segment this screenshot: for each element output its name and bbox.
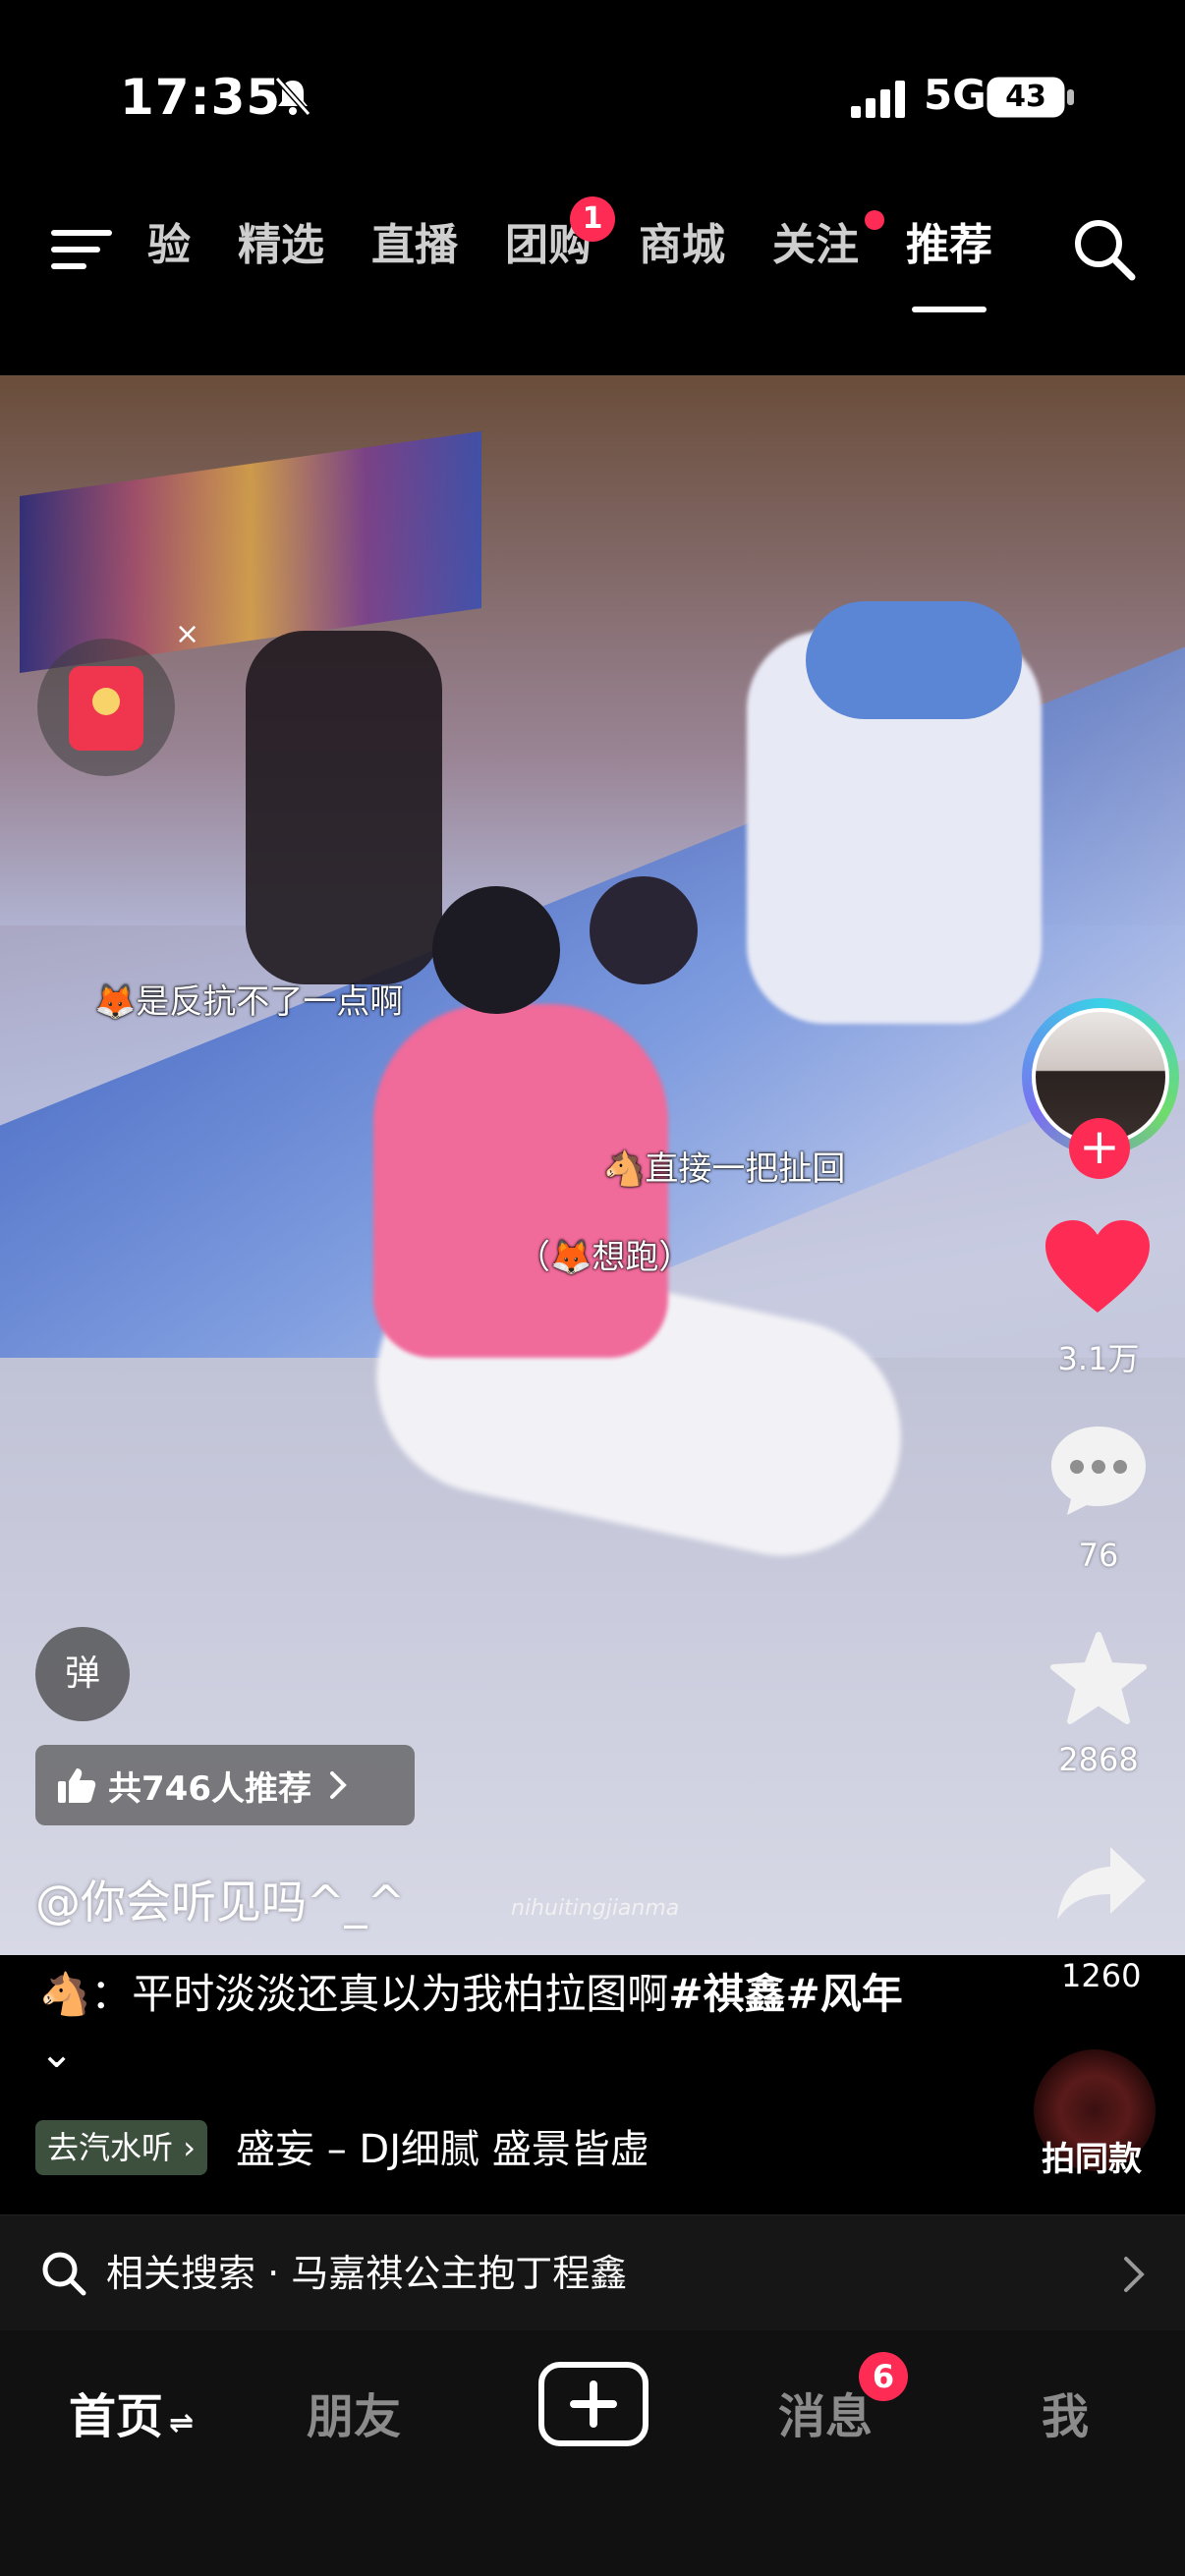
description-text: ：平时淡淡还真以为我柏拉图啊 [90, 1970, 669, 2018]
author-handle[interactable]: @你会听见吗^_^ [35, 1867, 405, 1932]
video-player[interactable]: 🦊是反抗不了一点啊 🐴直接一把扯回 （🦊想跑） nihuitingjianma [0, 375, 1185, 1955]
network-type: 5G [924, 71, 987, 119]
shoot-same-button[interactable]: 拍同款 [1042, 2132, 1142, 2180]
tab-following-label: 关注 [772, 220, 859, 270]
favorite-count: 2868 [1058, 1741, 1139, 1778]
messages-badge: 6 [859, 2352, 908, 2401]
top-tabs: 验 精选 直播 团购 1 商城 关注 推荐 [147, 196, 1040, 312]
share-arrow-icon[interactable] [1053, 1843, 1148, 1922]
mute-bell-icon [274, 77, 311, 116]
refresh-swap-icon: ⇌ [169, 2406, 195, 2440]
plus-icon-vertical [590, 2380, 597, 2428]
like-heart-icon[interactable] [1044, 1218, 1152, 1316]
tab-home[interactable]: 首页 ⇌ [69, 2378, 194, 2446]
video-figure-head-2 [590, 876, 698, 984]
danmu-comment: （🦊想跑） [517, 1238, 693, 1277]
status-time: 17:35 [120, 69, 282, 126]
video-figure-blue [806, 601, 1022, 719]
video-figure-head [432, 886, 560, 1014]
recommend-count-label: 共746人推荐 [108, 1768, 311, 1809]
red-envelope-icon [69, 666, 143, 751]
red-envelope-coin [92, 688, 120, 715]
create-post-button[interactable] [538, 2362, 649, 2446]
tab-following[interactable]: 关注 [772, 210, 884, 285]
tab-me[interactable]: 我 [1042, 2378, 1089, 2446]
video-watermark: nihuitingjianma [511, 1896, 680, 1921]
bottom-tab-bar: 首页 ⇌ 朋友 消息 6 我 [0, 2330, 1185, 2576]
related-search-bar[interactable]: 相关搜索 · 马嘉祺公主抱丁程鑫 [0, 2214, 1185, 2331]
video-figure-dark [246, 631, 442, 984]
recommend-pill[interactable]: 共746人推荐 [35, 1745, 415, 1825]
danmu-comment: 🐴直接一把扯回 [603, 1149, 846, 1189]
red-packet-close-icon[interactable]: × [175, 617, 199, 651]
comment-icon[interactable] [1047, 1423, 1150, 1517]
chevron-right-icon [329, 1771, 347, 1799]
share-count: 1260 [1061, 1957, 1142, 1994]
expand-chevron-icon[interactable]: ⌄ [39, 2029, 74, 2077]
tab-group-buy[interactable]: 团购 1 [505, 196, 615, 285]
tab-live[interactable]: 直播 [371, 216, 458, 285]
group-buy-badge: 1 [570, 196, 615, 242]
like-count: 3.1万 [1057, 1340, 1140, 1377]
video-description[interactable]: 🐴：平时淡淡还真以为我柏拉图啊#祺鑫#风年 ⌄ [39, 1965, 924, 2083]
following-dot-badge [865, 210, 884, 230]
music-source-label: 去汽水听 [47, 2129, 174, 2166]
search-icon[interactable] [1071, 216, 1138, 283]
tab-recommend[interactable]: 推荐 [906, 216, 992, 312]
favorite-star-icon[interactable] [1049, 1631, 1148, 1725]
tab-messages[interactable]: 消息 [778, 2378, 873, 2446]
danmaku-toggle-button[interactable]: 弹 [35, 1627, 130, 1721]
music-source-tag[interactable]: 去汽水听 › [35, 2120, 207, 2175]
menu-icon[interactable] [51, 226, 112, 273]
danmu-comment: 🦊是反抗不了一点啊 [94, 982, 404, 1022]
cellular-signal-icon [851, 81, 905, 118]
tab-friends[interactable]: 朋友 [307, 2378, 401, 2446]
tab-featured[interactable]: 精选 [238, 216, 324, 285]
red-packet-widget[interactable] [37, 639, 175, 776]
tab-home-label: 首页 [69, 2389, 164, 2444]
music-title-marquee[interactable]: 盛妄 – DJ细腻 盛景皆虚 [236, 2122, 717, 2177]
description-hashtags[interactable]: #祺鑫#风年 [668, 1970, 902, 2018]
thumbs-up-icon [58, 1768, 96, 1803]
tab-partial[interactable]: 验 [147, 216, 191, 285]
related-search-icon [42, 2252, 86, 2296]
related-search-text: 相关搜索 · 马嘉祺公主抱丁程鑫 [106, 2252, 628, 2295]
battery-level: 43 [1005, 80, 1046, 114]
battery-icon: 43 [987, 77, 1077, 118]
music-tag-chevron-icon: › [173, 2129, 196, 2166]
comment-count: 76 [1078, 1537, 1119, 1574]
tab-mall[interactable]: 商城 [639, 216, 725, 285]
related-chevron-right-icon [1124, 2257, 1145, 2292]
follow-button[interactable]: + [1069, 1118, 1130, 1179]
description-emoji: 🐴 [39, 1970, 91, 2018]
